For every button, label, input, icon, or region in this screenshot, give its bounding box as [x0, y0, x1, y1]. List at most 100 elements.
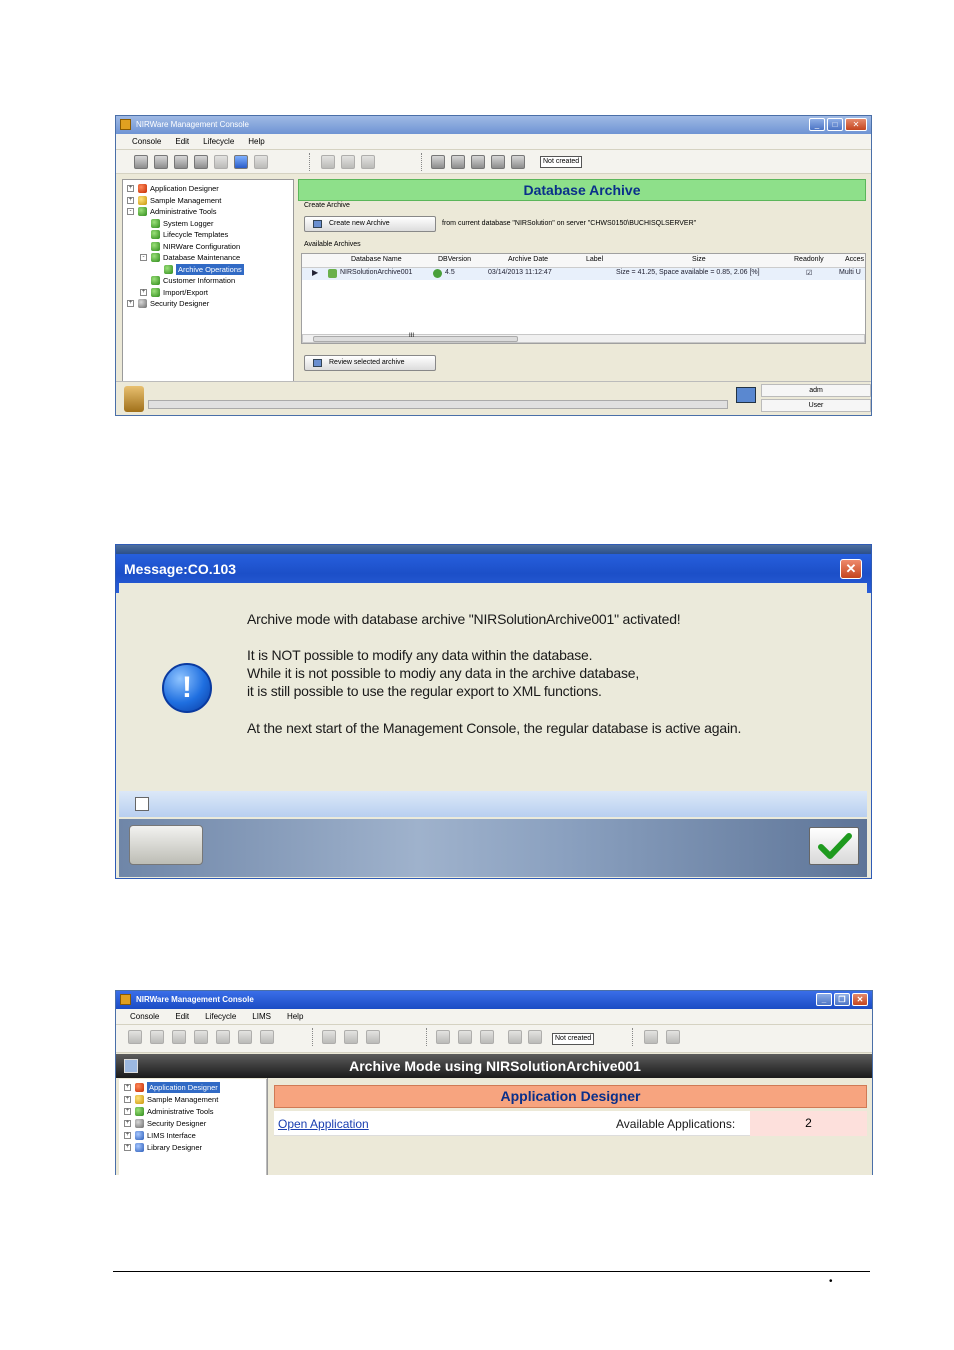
node-icon — [135, 1131, 144, 1140]
table-row[interactable]: ▶ NIRSolutionArchive001 4.5 03/14/2013 1… — [302, 268, 865, 280]
cell-database-name: NIRSolutionArchive001 — [340, 269, 413, 276]
expander-icon[interactable]: + — [127, 185, 134, 192]
expander-icon[interactable]: + — [127, 196, 134, 204]
save-all-icon[interactable] — [194, 1030, 208, 1044]
cell-readonly-checkbox[interactable]: ☑ — [806, 269, 812, 277]
close-button[interactable]: ✕ — [852, 993, 868, 1006]
close-button[interactable]: ✕ — [845, 118, 867, 131]
dialog-toolbar-strip — [119, 791, 867, 817]
column-size[interactable]: Size — [692, 256, 706, 263]
expander-icon[interactable]: + — [124, 1096, 131, 1103]
column-archive-date[interactable]: Archive Date — [508, 256, 548, 263]
tree-item-label: Customer Information — [163, 276, 236, 285]
preview-icon[interactable] — [254, 155, 268, 169]
copy-icon[interactable] — [341, 155, 355, 169]
app-icon — [120, 119, 131, 130]
column-label[interactable]: Label — [586, 256, 603, 263]
menu-lifecycle[interactable]: Lifecycle — [203, 134, 234, 149]
application-designer-panel: Application Designer Open Application Av… — [267, 1078, 872, 1175]
review-archive-button[interactable]: Review selected archive — [304, 355, 436, 371]
open-application-link[interactable]: Open Application — [278, 1117, 369, 1131]
cell-archive-date: 03/14/2013 11:12:47 — [488, 269, 552, 276]
import-icon[interactable] — [666, 1030, 680, 1044]
node-icon — [138, 195, 147, 205]
grid-header: Database Name DBVersion Archive Date Lab… — [302, 254, 865, 268]
expander-icon[interactable]: + — [124, 1084, 131, 1091]
menu-help[interactable]: Help — [248, 134, 264, 149]
menu-edit[interactable]: Edit — [175, 134, 189, 149]
tree-item-label: Archive Operations — [176, 263, 244, 275]
cut-icon[interactable] — [322, 1030, 336, 1044]
dialog-close-button[interactable]: ✕ — [840, 559, 862, 579]
delete-icon[interactable] — [154, 155, 168, 169]
expander-icon[interactable]: + — [127, 300, 134, 307]
create-archive-button[interactable]: Create new Archive — [304, 216, 436, 232]
refresh-icon[interactable] — [238, 1030, 252, 1044]
column-database-name[interactable]: Database Name — [351, 256, 402, 263]
menu-lims[interactable]: LIMS — [252, 1009, 271, 1024]
node-icon — [138, 299, 147, 308]
expander-icon[interactable]: - — [127, 208, 134, 215]
menu-help[interactable]: Help — [287, 1009, 303, 1024]
node-icon — [138, 184, 147, 193]
expander-icon[interactable]: + — [140, 288, 147, 296]
menu-edit[interactable]: Edit — [175, 1009, 189, 1024]
column-readonly[interactable]: Readonly — [794, 256, 824, 263]
document-icon[interactable] — [508, 1030, 522, 1044]
minimize-button[interactable]: _ — [809, 118, 825, 131]
report-icon[interactable] — [528, 1030, 542, 1044]
report-icon[interactable] — [511, 155, 525, 169]
horizontal-scrollbar[interactable]: III — [302, 333, 865, 343]
ok-button[interactable] — [809, 827, 859, 865]
database-icon[interactable] — [471, 155, 485, 169]
document-icon[interactable] — [491, 155, 505, 169]
checkout-icon[interactable] — [458, 1030, 472, 1044]
menu-bar: Console Edit Lifecycle Help — [116, 134, 871, 150]
copy-icon[interactable] — [135, 797, 149, 811]
toolbar-separator — [312, 1028, 314, 1046]
column-dbversion[interactable]: DBVersion — [438, 256, 471, 263]
delete-icon[interactable] — [150, 1030, 164, 1044]
back-icon[interactable] — [128, 1030, 142, 1044]
management-console-window-archive-mode: NIRWare Management Console _ ❐ ✕ Console… — [115, 990, 873, 1175]
node-icon — [135, 1095, 144, 1104]
expander-icon[interactable]: + — [124, 1120, 131, 1127]
tree-item-label: Security Designer — [147, 1119, 207, 1128]
column-access[interactable]: Acces — [845, 256, 864, 263]
menu-console[interactable]: Console — [132, 134, 161, 149]
checkin-icon[interactable] — [436, 1030, 450, 1044]
tree-item-label: Application Designer — [150, 184, 219, 193]
refresh-icon[interactable] — [234, 155, 248, 169]
window-title: NIRWare Management Console — [136, 995, 254, 1004]
preview-icon[interactable] — [260, 1030, 274, 1044]
cut-icon[interactable] — [321, 155, 335, 169]
paste-icon[interactable] — [366, 1030, 380, 1044]
menu-console[interactable]: Console — [130, 1009, 159, 1024]
copy-icon[interactable] — [344, 1030, 358, 1044]
node-icon — [138, 207, 147, 216]
archive-mode-text: Archive Mode using NIRSolutionArchive001 — [349, 1058, 641, 1074]
expander-icon[interactable]: + — [124, 1108, 131, 1115]
restore-button[interactable]: ❐ — [834, 993, 850, 1006]
print-icon[interactable] — [216, 1030, 230, 1044]
export-icon[interactable] — [644, 1030, 658, 1044]
back-icon[interactable] — [134, 155, 148, 169]
print-icon[interactable] — [214, 155, 228, 169]
database-icon[interactable] — [480, 1030, 494, 1044]
save-all-icon[interactable] — [194, 155, 208, 169]
expander-icon[interactable]: + — [124, 1132, 131, 1139]
node-icon — [151, 287, 160, 297]
minimize-button[interactable]: _ — [816, 993, 832, 1006]
checkin-icon[interactable] — [431, 155, 445, 169]
save-icon[interactable] — [172, 1030, 186, 1044]
menu-lifecycle[interactable]: Lifecycle — [205, 1009, 236, 1024]
expander-icon[interactable]: - — [140, 254, 147, 261]
maximize-button[interactable]: □ — [827, 118, 843, 131]
paste-icon[interactable] — [361, 155, 375, 169]
scrollbar-thumb[interactable] — [313, 336, 518, 342]
save-icon[interactable] — [174, 155, 188, 169]
toolbar: Not created — [116, 150, 871, 174]
node-icon — [151, 230, 160, 239]
checkout-icon[interactable] — [451, 155, 465, 169]
expander-icon[interactable]: + — [124, 1144, 131, 1151]
